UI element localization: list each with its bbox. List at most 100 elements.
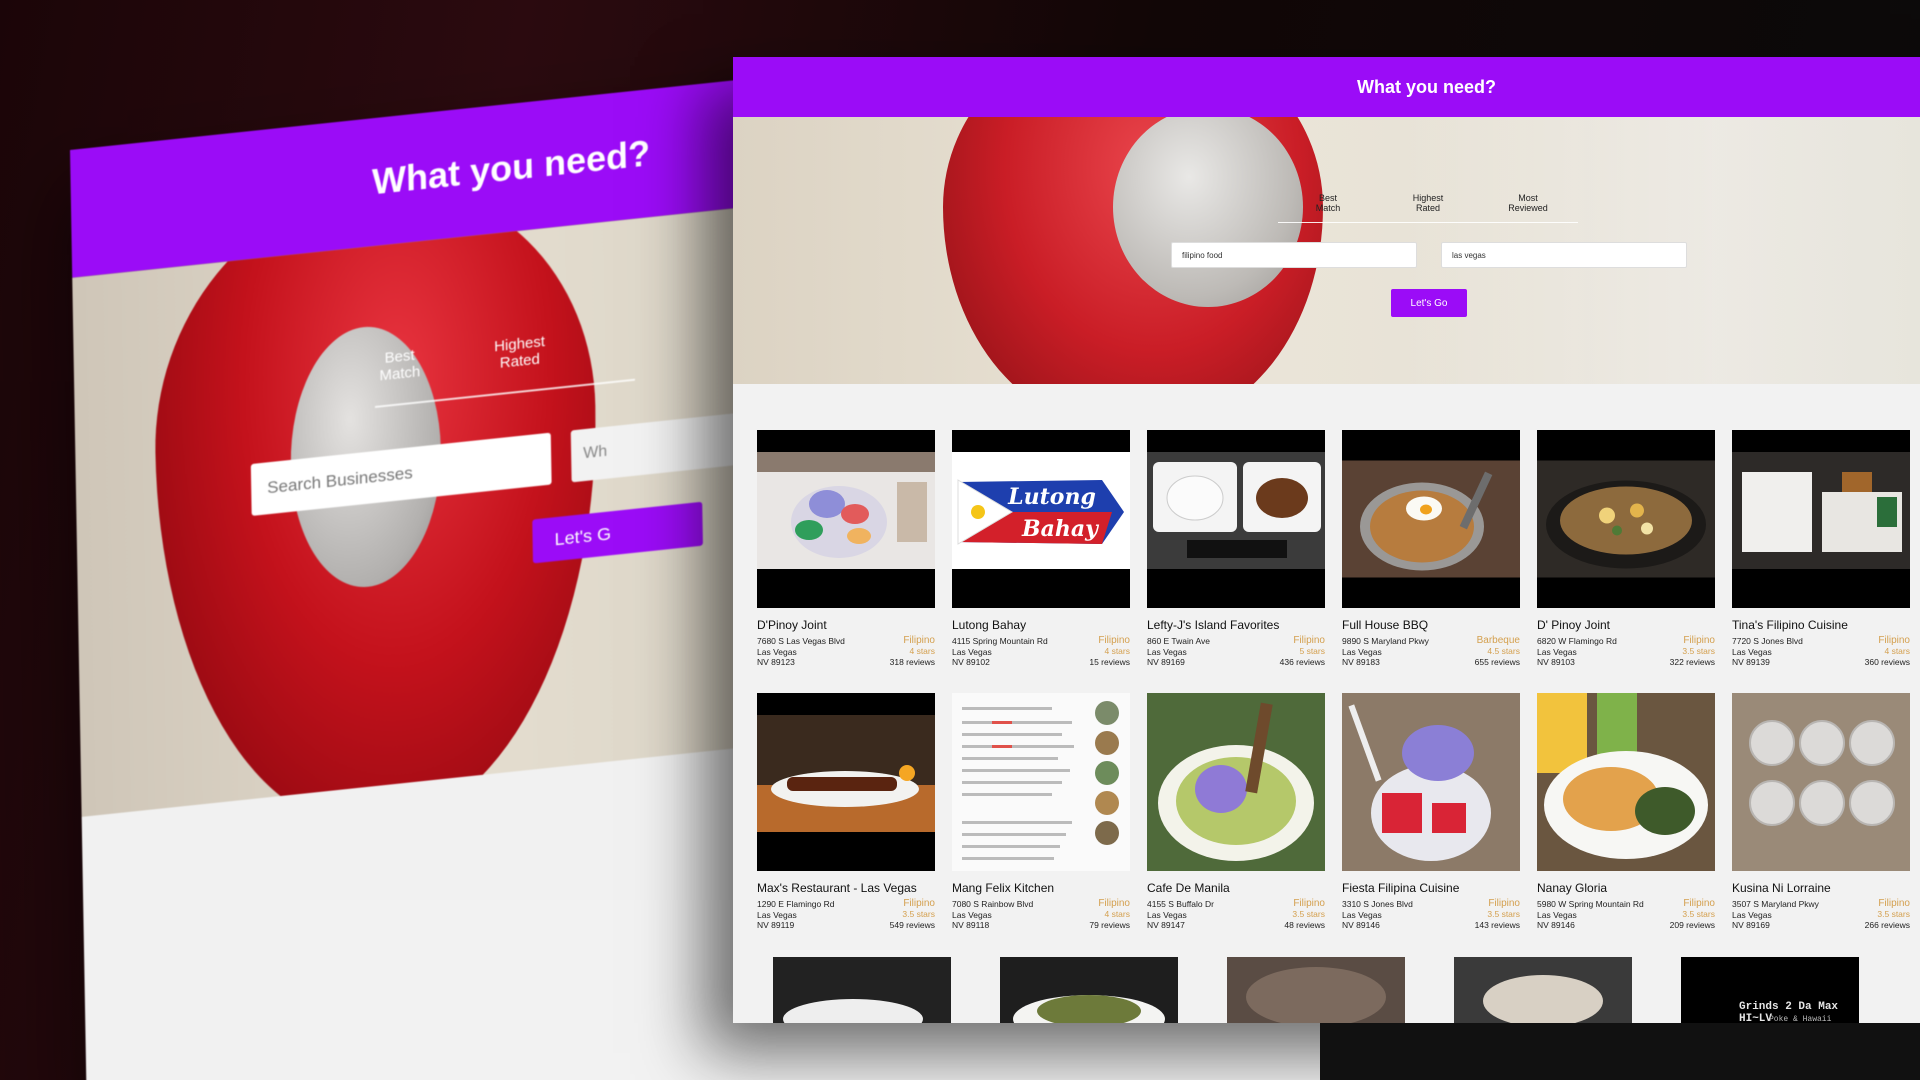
business-category: Filipino [1488, 898, 1520, 909]
business-card[interactable]: Mang Felix Kitchen 7080 S Rainbow Blvd L… [952, 693, 1130, 931]
hero-search-section: Best Match Highest Rated Most Reviewed L… [733, 117, 1920, 384]
business-category: Filipino [1683, 635, 1715, 646]
business-address-block: 7720 S Jones Blvd Las Vegas NV 89139 [1732, 636, 1803, 668]
business-category: Barbeque [1476, 635, 1520, 646]
business-name[interactable]: Mang Felix Kitchen [952, 881, 1130, 895]
business-address-block: 1290 E Flamingo Rd Las Vegas NV 89119 [757, 899, 835, 931]
business-photo[interactable] [952, 693, 1130, 871]
business-meta-block: Filipino 3.5 stars 322 reviews [1670, 636, 1715, 668]
business-meta-block: Barbeque 4.5 stars 655 reviews [1475, 636, 1520, 668]
business-photo[interactable] [757, 693, 935, 871]
business-zip: NV 89146 [1342, 920, 1380, 930]
business-meta-block: Filipino 3.5 stars 209 reviews [1670, 899, 1715, 931]
tab-best-match[interactable]: Best Match [1278, 193, 1378, 222]
bg-search-placeholder: Search Businesses [267, 463, 413, 498]
business-photo[interactable] [1000, 957, 1178, 1023]
business-address: 6820 W Flamingo Rd [1537, 636, 1617, 646]
location-input[interactable] [1441, 242, 1687, 268]
business-card[interactable]: Tina's Filipino Cuisine 7720 S Jones Blv… [1732, 430, 1910, 668]
business-rating: 4.5 stars [1487, 646, 1520, 656]
bbq-skewers-photo [757, 715, 935, 832]
business-card[interactable]: Kusina Ni Lorraine 3507 S Maryland Pkwy … [1732, 693, 1910, 931]
business-zip: NV 89139 [1732, 657, 1770, 667]
page-title: What you need? [1357, 76, 1496, 97]
business-rating: 4 stars [1104, 646, 1130, 656]
lets-go-button[interactable]: Let's Go [1391, 289, 1467, 317]
business-meta-block: Filipino 4 stars 79 reviews [1089, 899, 1130, 931]
business-photo[interactable] [1732, 430, 1910, 608]
app-header: What you need? [733, 57, 1920, 117]
business-name[interactable]: Max's Restaurant - Las Vegas [757, 881, 935, 895]
business-name[interactable]: Full House BBQ [1342, 618, 1520, 632]
business-card[interactable]: Lefty-J's Island Favorites 860 E Twain A… [1147, 430, 1325, 668]
business-photo[interactable] [1147, 430, 1325, 608]
sort-tabs: Best Match Highest Rated Most Reviewed [1278, 193, 1578, 223]
business-card[interactable]: Full House BBQ 9890 S Maryland Pkwy Las … [1342, 430, 1520, 668]
business-photo[interactable] [757, 430, 935, 608]
business-reviews: 79 reviews [1089, 919, 1130, 930]
business-name[interactable]: Cafe De Manila [1147, 881, 1325, 895]
business-details: 3507 S Maryland Pkwy Las Vegas NV 89169 … [1732, 899, 1910, 931]
business-card[interactable]: Cafe De Manila 4155 S Buffalo Dr Las Veg… [1147, 693, 1325, 931]
tab-highest-rated-line2: Rated [1415, 203, 1441, 213]
business-name[interactable]: D'Pinoy Joint [757, 618, 935, 632]
business-rating: 3.5 stars [1292, 909, 1325, 919]
bg-header-title: What you need? [371, 132, 651, 203]
business-name[interactable]: Fiesta Filipina Cuisine [1342, 881, 1520, 895]
logo-line-1: Lutong [1007, 484, 1096, 510]
business-photo[interactable] [1342, 693, 1520, 871]
business-card[interactable]: D'Pinoy Joint 7680 S Las Vegas Blvd Las … [757, 430, 935, 668]
results-row: Max's Restaurant - Las Vegas 1290 E Flam… [757, 693, 1920, 933]
sizzling-plate-photo [1537, 460, 1715, 578]
business-city: Las Vegas [1342, 646, 1382, 657]
business-zip: NV 89183 [1342, 657, 1380, 667]
search-term-input[interactable] [1171, 242, 1417, 268]
business-photo[interactable] [1342, 430, 1520, 608]
business-rating: 4 stars [1884, 646, 1910, 656]
business-category: Filipino [903, 898, 935, 909]
business-details: 4155 S Buffalo Dr Las Vegas NV 89147 Fil… [1147, 899, 1325, 931]
business-category: Filipino [1878, 898, 1910, 909]
business-city: Las Vegas [757, 909, 797, 920]
business-address: 5980 W Spring Mountain Rd [1537, 899, 1644, 909]
business-name[interactable]: Nanay Gloria [1537, 881, 1715, 895]
business-photo[interactable] [773, 957, 951, 1023]
business-photo[interactable] [1454, 957, 1632, 1023]
business-photo[interactable]: Grinds 2 Da Max HI~LV Poke & Hawaii Kine… [1681, 957, 1859, 1023]
business-card[interactable]: Nanay Gloria 5980 W Spring Mountain Rd L… [1537, 693, 1715, 931]
business-name[interactable]: D' Pinoy Joint [1537, 618, 1715, 632]
business-zip: NV 89169 [1732, 920, 1770, 930]
business-card[interactable]: Lutong Bahay Lutong Bahay 4115 Spring Mo… [952, 430, 1130, 668]
business-address-block: 5980 W Spring Mountain Rd Las Vegas NV 8… [1537, 899, 1644, 931]
takeout-plates-photo [1147, 452, 1325, 569]
business-address: 1290 E Flamingo Rd [757, 899, 835, 909]
results-row: D'Pinoy Joint 7680 S Las Vegas Blvd Las … [757, 430, 1920, 670]
partial-photo [1454, 957, 1632, 1023]
business-photo[interactable]: Lutong Bahay [952, 430, 1130, 608]
tab-most-reviewed[interactable]: Most Reviewed [1478, 193, 1578, 222]
business-card[interactable]: D' Pinoy Joint 6820 W Flamingo Rd Las Ve… [1537, 430, 1715, 668]
business-name[interactable]: Kusina Ni Lorraine [1732, 881, 1910, 895]
business-category: Filipino [903, 635, 935, 646]
business-photo[interactable] [1147, 693, 1325, 871]
business-name[interactable]: Lutong Bahay [952, 618, 1130, 632]
main-screen: What you need? Best Match Highest Rated … [733, 57, 1920, 1023]
partial-photo [1227, 957, 1405, 1023]
business-meta-block: Filipino 4 stars 318 reviews [890, 636, 935, 668]
business-name[interactable]: Lefty-J's Island Favorites [1147, 618, 1325, 632]
business-name[interactable]: Tina's Filipino Cuisine [1732, 618, 1910, 632]
flag-logo-photo: Lutong Bahay [952, 452, 1130, 569]
business-category: Filipino [1293, 635, 1325, 646]
business-photo[interactable] [1537, 693, 1715, 871]
business-address: 4155 S Buffalo Dr [1147, 899, 1214, 909]
business-photo[interactable] [1227, 957, 1405, 1023]
business-photo[interactable] [1537, 430, 1715, 608]
business-details: 4115 Spring Mountain Rd Las Vegas NV 891… [952, 636, 1130, 668]
business-card[interactable]: Fiesta Filipina Cuisine 3310 S Jones Blv… [1342, 693, 1520, 931]
business-meta-block: Filipino 3.5 stars 143 reviews [1475, 899, 1520, 931]
business-address-block: 6820 W Flamingo Rd Las Vegas NV 89103 [1537, 636, 1617, 668]
business-category: Filipino [1098, 898, 1130, 909]
business-card[interactable]: Max's Restaurant - Las Vegas 1290 E Flam… [757, 693, 935, 931]
business-photo[interactable] [1732, 693, 1910, 871]
tab-highest-rated[interactable]: Highest Rated [1378, 193, 1478, 222]
